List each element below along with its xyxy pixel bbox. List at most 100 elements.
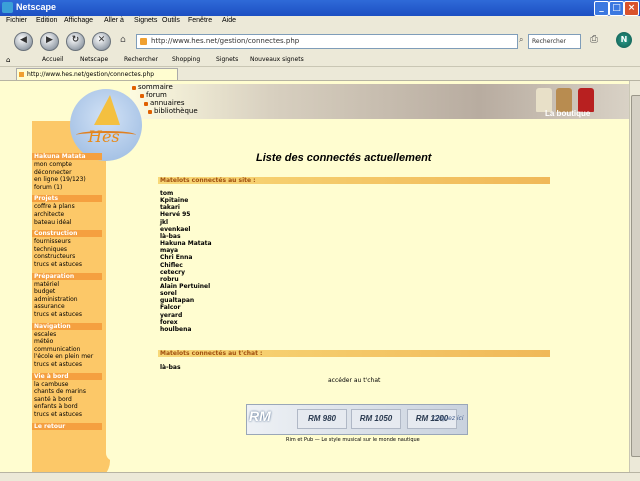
minimize-button[interactable]: _ [594,1,609,16]
menu-bookmarks[interactable]: Signets [134,17,157,24]
connected-user[interactable]: robru [160,276,179,283]
page-title: Liste des connectés actuellement [256,152,432,164]
sidebar-link[interactable]: trucs et astuces [34,411,82,418]
chat-access-link[interactable]: accéder au t'chat [328,377,380,384]
sidebar-link[interactable]: météo [34,338,53,345]
rm-ad-banner[interactable]: RM RM 980 RM 1050 RM 1200 Cliquez ici [246,404,468,435]
back-button[interactable]: ◀ [14,32,33,51]
chat-user[interactable]: là-bas [160,364,181,371]
connected-user[interactable]: Hakuna Matata [160,240,212,247]
nav-bibliotheque[interactable]: bibliothèque [154,107,198,115]
print-icon[interactable]: ⎙ [590,34,598,45]
window-title: Netscape [16,2,57,12]
sidebar-link[interactable]: bateau idéal [34,219,71,226]
menu-edit[interactable]: Edition [36,17,57,24]
bookmark-netscape[interactable]: Netscape [80,56,108,63]
connected-user[interactable]: Chri Enna [160,254,192,261]
bookmarks-home-icon[interactable]: ⌂ [6,56,10,64]
connected-user[interactable]: tom [160,190,173,197]
sidebar-link[interactable]: escales [34,331,56,338]
chat-section-title: Matelots connectés au t'chat : [160,350,263,357]
connected-user[interactable]: Kpitaine [160,197,188,204]
menu-help[interactable]: Aide [222,17,236,24]
menu-view[interactable]: Affichage [64,17,93,24]
url-field[interactable]: http://www.hes.net/gestion/connectes.php [136,34,518,49]
sidebar-link[interactable]: l'école en plein mer [34,353,93,360]
sidebar-link[interactable]: matériel [34,281,59,288]
nav-sommaire[interactable]: sommaire [138,83,173,91]
sidebar-link[interactable]: coffre à plans [34,203,75,210]
forward-arrow-icon: ▶ [46,35,53,45]
close-button[interactable]: × [624,1,639,16]
sidebar-link[interactable]: forum (1) [34,184,62,191]
menu-window[interactable]: Fenêtre [188,17,212,24]
forward-button[interactable]: ▶ [40,32,59,51]
sidebar-link[interactable]: trucs et astuces [34,311,82,318]
bookmark-home[interactable]: Accueil [42,56,63,63]
connected-user[interactable]: evenkael [160,226,191,233]
vertical-scrollbar[interactable] [629,81,640,472]
sidebar-link[interactable]: mon compte [34,161,72,168]
nav-annuaires[interactable]: annuaires [150,99,185,107]
reload-button[interactable]: ↻ [66,32,85,51]
menu-tools[interactable]: Outils [162,17,180,24]
sidebar-link[interactable]: trucs et astuces [34,361,82,368]
sidebar-link[interactable]: budget [34,288,55,295]
home-icon[interactable]: ⌂ [120,35,126,45]
connected-user[interactable]: forex [160,319,178,326]
menu-bar: Fichier Edition Affichage Aller à Signet… [0,16,640,28]
connected-user[interactable]: houlbena [160,326,191,333]
sidebar-link[interactable]: chants de marins [34,388,86,395]
connected-user[interactable]: sorel [160,290,177,297]
sidebar-link[interactable]: constructeurs [34,253,75,260]
rm-logo: RM [249,408,271,424]
stop-button[interactable]: ✕ [92,32,111,51]
connected-user[interactable]: Falcor [160,304,181,311]
window-title-bar: Netscape _ □ × [0,0,640,16]
connected-user[interactable]: là-bas [160,233,181,240]
sidebar-link[interactable]: la cambuse [34,381,69,388]
bullet-icon [144,102,148,106]
sidebar-link[interactable]: santé à bord [34,396,72,403]
connected-user[interactable]: yerard [160,312,182,319]
sidebar-link[interactable]: enfants à bord [34,403,78,410]
sidebar-section-title: Projets [32,195,102,203]
sidebar-link[interactable]: fournisseurs [34,238,71,245]
sidebar-link[interactable]: communication [34,346,80,353]
menu-go[interactable]: Aller à [104,17,124,24]
search-icon[interactable]: ⌕ [519,35,523,45]
connected-user[interactable]: cetecry [160,269,185,276]
rm-click-label: Cliquez ici [433,415,464,422]
connected-user[interactable]: Chiflec [160,262,183,269]
connected-user[interactable]: Alain Pertuinel [160,283,210,290]
back-arrow-icon: ◀ [20,35,27,45]
tab-current[interactable]: http://www.hes.net/gestion/connectes.php [16,68,178,80]
sidebar-link[interactable]: déconnecter [34,169,72,176]
bookmark-shopping[interactable]: Shopping [172,56,200,63]
boutique-link[interactable]: La boutique [545,109,590,118]
bookmark-bookmarks[interactable]: Signets [216,56,238,63]
sidebar-link[interactable]: trucs et astuces [34,261,82,268]
nav-forum[interactable]: forum [146,91,167,99]
sidebar-section-title: Construction [32,230,102,238]
stop-icon: ✕ [97,35,106,45]
bookmark-search[interactable]: Rechercher [124,56,158,63]
sidebar-link[interactable]: en ligne (19/123) [34,176,86,183]
connected-user[interactable]: gualtapan [160,297,194,304]
bullet-icon [148,110,152,114]
maximize-button[interactable]: □ [609,1,624,16]
sidebar-link[interactable]: assurance [34,303,65,310]
sidebar-link[interactable]: techniques [34,246,67,253]
connected-user[interactable]: maya [160,247,178,254]
menu-file[interactable]: Fichier [6,17,27,24]
sail-icon [94,95,120,125]
connected-user[interactable]: Hervé 95 [160,211,190,218]
connected-user[interactable]: takari [160,204,180,211]
connected-user[interactable]: jkl [160,219,168,226]
sidebar-link[interactable]: administration [34,296,78,303]
scrollbar-thumb[interactable] [631,95,640,457]
bookmarks-toolbar: ⌂ Accueil Netscape Rechercher Shopping S… [0,54,640,67]
sidebar-link[interactable]: architecte [34,211,64,218]
bookmark-new[interactable]: Nouveaux signets [250,56,304,63]
search-button[interactable]: Rechercher [528,34,581,49]
